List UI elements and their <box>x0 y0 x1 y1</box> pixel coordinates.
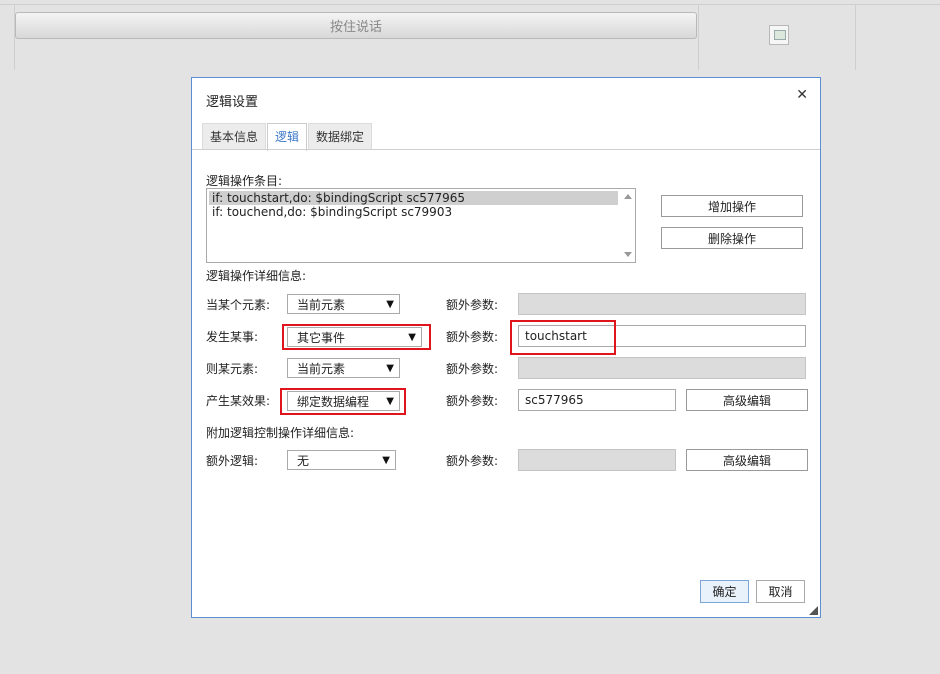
target-param-input <box>518 357 806 379</box>
target-select-value: 当前元素 <box>297 362 346 376</box>
extra-param-label: 额外参数: <box>446 454 499 468</box>
tab-divider <box>192 149 820 150</box>
extra-advanced-edit-button[interactable]: 高级编辑 <box>686 449 808 471</box>
tab-logic[interactable]: 逻辑 <box>267 123 308 151</box>
logic-entries-list[interactable]: if: touchstart,do: $bindingScript sc5779… <box>206 188 636 263</box>
entries-label: 逻辑操作条目: <box>206 174 283 188</box>
extra-logic-label: 额外逻辑: <box>206 454 259 468</box>
element-select[interactable]: 当前元素 ▼ <box>287 294 400 314</box>
dropdown-arrow-icon: ▼ <box>382 455 390 466</box>
effect-param-label: 额外参数: <box>446 394 499 408</box>
list-item[interactable]: if: touchstart,do: $bindingScript sc5779… <box>209 191 618 205</box>
ok-button[interactable]: 确定 <box>700 580 749 603</box>
dropdown-arrow-icon: ▼ <box>386 363 394 374</box>
highlight-box <box>510 320 616 355</box>
element-select-value: 当前元素 <box>297 298 346 312</box>
detail-label: 逻辑操作详细信息: <box>206 269 307 283</box>
tab-basic-info[interactable]: 基本信息 <box>202 123 267 150</box>
effect-label: 产生某效果: <box>206 394 271 408</box>
target-param-label: 额外参数: <box>446 362 499 376</box>
scroll-up-icon[interactable] <box>624 194 632 199</box>
resize-grip-icon[interactable] <box>809 606 818 615</box>
target-label: 则某元素: <box>206 362 259 376</box>
cancel-button[interactable]: 取消 <box>756 580 805 603</box>
extra-logic-select[interactable]: 无 ▼ <box>287 450 396 470</box>
element-label: 当某个元素: <box>206 298 271 312</box>
extra-logic-select-value: 无 <box>297 454 310 468</box>
event-param-label: 额外参数: <box>446 330 499 344</box>
add-operation-button[interactable]: 增加操作 <box>661 195 803 217</box>
delete-operation-button[interactable]: 删除操作 <box>661 227 803 249</box>
close-icon[interactable]: ✕ <box>796 87 808 103</box>
element-param-input <box>518 293 806 315</box>
extra-control-label: 附加逻辑控制操作详细信息: <box>206 426 355 440</box>
tab-data-binding[interactable]: 数据绑定 <box>308 123 373 150</box>
broken-image-icon <box>769 25 789 45</box>
scroll-down-icon[interactable] <box>624 252 632 257</box>
tab-bar: 基本信息 逻辑 数据绑定 <box>202 123 373 151</box>
effect-param-input[interactable]: sc577965 <box>518 389 676 411</box>
divider <box>0 4 940 5</box>
background-toolbar: 按住说话 <box>0 0 940 70</box>
element-param-label: 额外参数: <box>446 298 499 312</box>
target-select[interactable]: 当前元素 ▼ <box>287 358 400 378</box>
dropdown-arrow-icon: ▼ <box>386 299 394 310</box>
highlight-box <box>282 324 431 350</box>
dialog-title: 逻辑设置 <box>206 95 259 110</box>
event-label: 发生某事: <box>206 330 259 344</box>
list-scrollbar[interactable] <box>621 189 635 262</box>
extra-param-input <box>518 449 676 471</box>
divider <box>698 4 699 70</box>
advanced-edit-button[interactable]: 高级编辑 <box>686 389 808 411</box>
divider <box>855 4 856 70</box>
logic-settings-dialog: 逻辑设置 ✕ 基本信息 逻辑 数据绑定 逻辑操作条目: if: touchsta… <box>191 77 821 618</box>
highlight-box <box>280 388 406 415</box>
hold-to-talk-button[interactable]: 按住说话 <box>15 12 697 39</box>
list-item[interactable]: if: touchend,do: $bindingScript sc79903 <box>207 205 635 219</box>
